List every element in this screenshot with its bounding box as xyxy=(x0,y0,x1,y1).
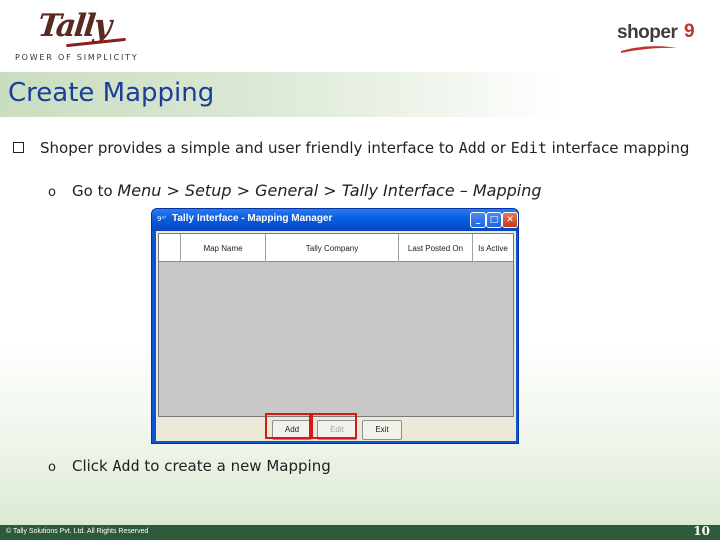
bullet-or-word: or xyxy=(490,139,506,157)
sub-bullet-suffix: to create a new Mapping xyxy=(144,457,331,475)
page-title: Create Mapping xyxy=(8,78,215,108)
col-selector[interactable] xyxy=(159,234,181,262)
col-map-name[interactable]: Map Name xyxy=(181,234,266,262)
col-tally-company[interactable]: Tally Company xyxy=(266,234,399,262)
tally-logo: Tally xyxy=(36,8,126,50)
window-title: Tally Interface - Mapping Manager xyxy=(172,213,333,224)
grid-header: Map Name Tally Company Last Posted On Is… xyxy=(159,234,513,262)
sub-bullet-click: Click xyxy=(72,457,108,475)
tally-logo-text: Tally xyxy=(36,8,112,44)
mapping-grid[interactable]: Map Name Tally Company Last Posted On Is… xyxy=(158,233,514,417)
add-highlight-box xyxy=(265,413,311,439)
sub-bullet-click-add: o Click Add to create a new Mapping xyxy=(48,457,331,475)
maximize-button[interactable]: □ xyxy=(486,212,502,228)
exit-button[interactable]: Exit xyxy=(362,420,402,440)
bullet-edit-word: Edit xyxy=(510,139,547,157)
copyright-text: © Tally Solutions Pvt. Ltd. All Rights R… xyxy=(6,528,149,535)
circle-bullet-icon: o xyxy=(48,185,56,200)
checkbox-bullet-icon xyxy=(13,142,24,153)
col-last-posted-on[interactable]: Last Posted On xyxy=(399,234,473,262)
bullet-add-word: Add xyxy=(458,139,486,157)
bullet-main-rest: interface mapping xyxy=(551,139,690,157)
close-button[interactable]: ✕ xyxy=(502,212,518,228)
sub-bullet-goto: Go to xyxy=(72,182,113,200)
bullet-main-intro: Shoper provides a simple and user friend… xyxy=(40,139,454,157)
menu-path: Menu > Setup > General > Tally Interface… xyxy=(117,181,542,200)
bullet-main-text: Shoper provides a simple and user friend… xyxy=(40,139,690,158)
window-client: Map Name Tally Company Last Posted On Is… xyxy=(156,231,516,441)
app-icon: 9ᵒᶠ xyxy=(157,215,167,223)
sub-bullet-navigation: o Go to Menu > Setup > General > Tally In… xyxy=(48,181,542,200)
window-titlebar[interactable]: 9ᵒᶠ Tally Interface - Mapping Manager _ … xyxy=(152,209,518,231)
shoper-logo-number: 9 xyxy=(684,21,695,42)
minimize-button[interactable]: _ xyxy=(470,212,486,228)
tagline: POWER OF SIMPLICITY xyxy=(15,53,139,62)
shoper-swoosh-icon xyxy=(621,46,677,53)
sub-bullet-add-word: Add xyxy=(112,457,140,475)
col-is-active[interactable]: Is Active xyxy=(473,234,513,262)
circle-bullet-icon: o xyxy=(48,460,56,475)
page-number: 10 xyxy=(693,524,710,538)
edit-highlight-box xyxy=(311,413,357,439)
shoper-logo: shoper 9 xyxy=(617,21,712,58)
mapping-manager-window: 9ᵒᶠ Tally Interface - Mapping Manager _ … xyxy=(151,208,519,444)
shoper-logo-word: shoper xyxy=(617,22,678,43)
